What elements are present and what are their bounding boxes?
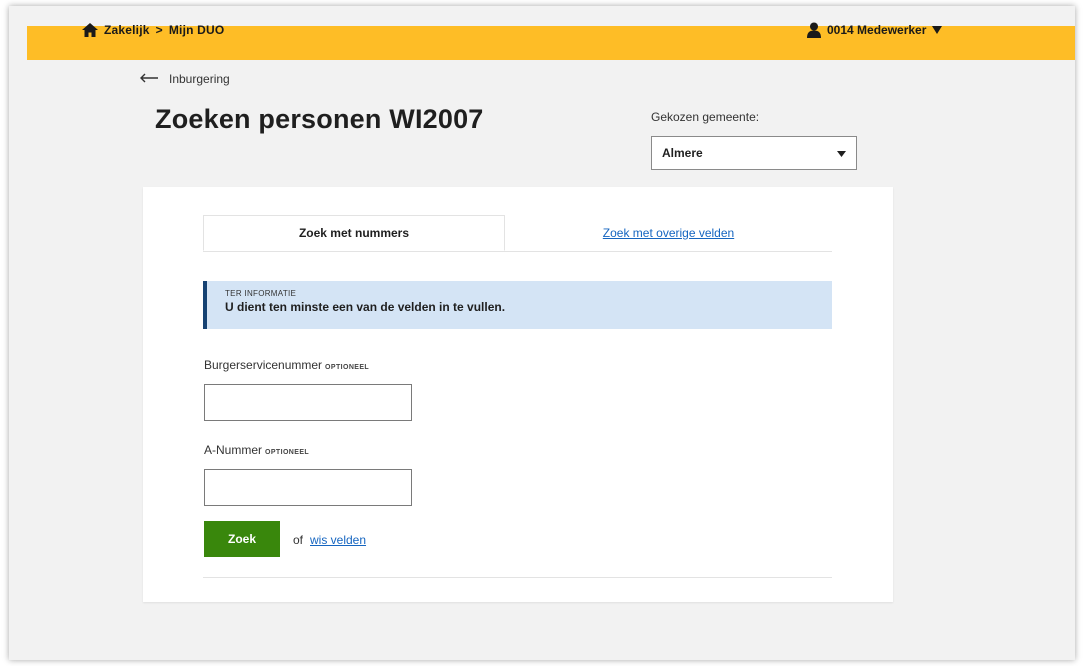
breadcrumb-item-zakelijk[interactable]: Zakelijk — [104, 23, 150, 37]
clear-fields-link[interactable]: wis velden — [310, 533, 366, 547]
breadcrumb-separator: > — [155, 23, 163, 37]
anummer-optional-tag: OPTIONEEL — [265, 449, 310, 456]
search-tabs: Zoek met nummers Zoek met overige velden — [203, 215, 832, 252]
back-link-label: Inburgering — [169, 72, 230, 86]
bsn-input[interactable] — [204, 384, 412, 421]
gemeente-label: Gekozen gemeente: — [651, 110, 760, 124]
tab-zoek-met-nummers[interactable]: Zoek met nummers — [203, 215, 505, 251]
user-name: 0014 Medewerker — [827, 23, 927, 37]
info-message: U dient ten minste een van de velden in … — [225, 300, 506, 314]
user-icon — [807, 22, 821, 38]
tab-zoek-met-overige-velden[interactable]: Zoek met overige velden — [505, 215, 832, 251]
back-link[interactable]: Inburgering — [139, 72, 230, 86]
breadcrumb: Zakelijk > Mijn DUO — [82, 18, 224, 42]
info-heading: TER INFORMATIE — [225, 289, 297, 298]
chevron-down-icon — [837, 146, 846, 160]
user-menu[interactable]: 0014 Medewerker — [807, 18, 943, 42]
bsn-optional-tag: OPTIONEEL — [325, 364, 370, 371]
zoek-button[interactable]: Zoek — [204, 521, 280, 557]
anummer-label: A-Nummer OPTIONEEL — [204, 443, 309, 457]
breadcrumb-item-mijn-duo[interactable]: Mijn DUO — [169, 23, 225, 37]
anummer-input[interactable] — [204, 469, 412, 506]
info-banner: TER INFORMATIE U dient ten minste een va… — [203, 281, 832, 329]
bsn-label-text: Burgerservicenummer — [204, 358, 323, 372]
search-card: Zoek met nummers Zoek met overige velden… — [143, 187, 893, 602]
app-frame: Zakelijk > Mijn DUO 0014 Medewerker Inbu… — [9, 6, 1075, 660]
arrow-left-icon — [139, 72, 159, 86]
gemeente-select[interactable]: Almere — [651, 136, 857, 170]
home-icon[interactable] — [82, 23, 98, 37]
caret-down-icon — [932, 26, 943, 34]
or-text: of — [293, 533, 304, 547]
gemeente-selected-value: Almere — [662, 146, 703, 160]
divider — [203, 577, 832, 578]
page-title: Zoeken personen WI2007 — [155, 104, 484, 134]
top-bar: Zakelijk > Mijn DUO 0014 Medewerker — [27, 22, 1075, 60]
bsn-label: Burgerservicenummer OPTIONEEL — [204, 358, 369, 372]
anummer-label-text: A-Nummer — [204, 443, 263, 457]
